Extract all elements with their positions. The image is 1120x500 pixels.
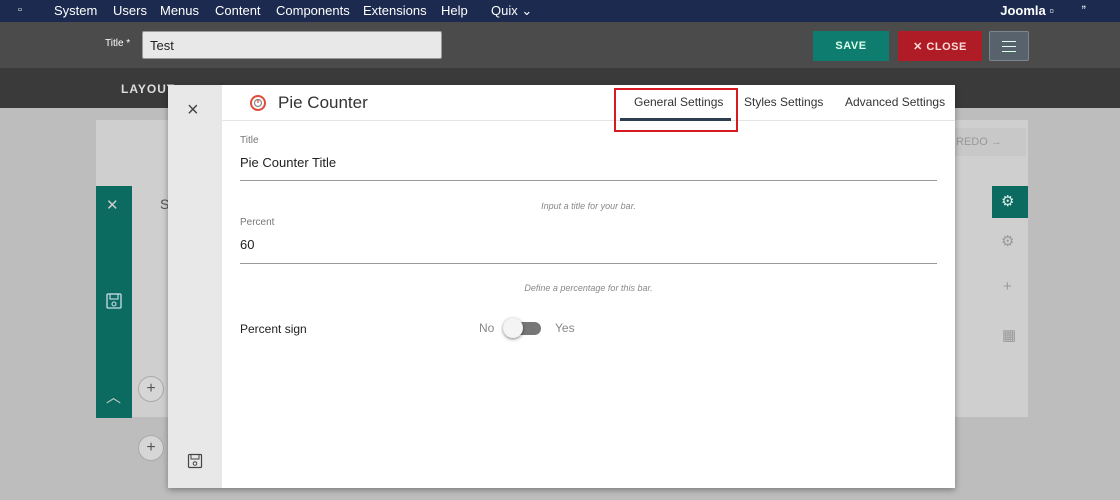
menu-extensions[interactable]: Extensions [363,3,427,18]
close-icon[interactable]: ✕ [106,196,119,214]
joomla-menu-icon[interactable]: ▫ [18,4,22,16]
pie-counter-icon [250,95,266,111]
section-toolbar-left: ✕ ︿ [96,186,132,418]
page-title-input[interactable]: Test [142,31,442,59]
toggle-off-label: No [479,321,495,335]
percent-field-label: Percent [240,217,275,228]
save-button[interactable]: SAVE [813,31,889,61]
admin-menubar: ▫ System Users Menus Content Components … [0,0,1120,22]
menu-menus[interactable]: Menus [160,3,199,18]
title-field-underline [240,180,937,181]
add-row-button[interactable]: + [138,376,164,402]
highlight-box [614,88,738,132]
gear-icon[interactable]: ⚙ [1001,192,1014,210]
toggle-on-label: Yes [555,321,575,335]
close-button[interactable]: ✕ CLOSE [898,31,982,61]
external-link-icon[interactable]: ˮ [1082,3,1086,18]
percent-field-underline [240,263,937,264]
element-settings-modal: × Pie Counter General Settings Styles Se… [168,85,955,488]
chevron-up-icon[interactable]: ︿ [106,386,121,407]
tab-styles-settings[interactable]: Styles Settings [744,95,823,109]
site-brand-link[interactable]: Joomla ▫ [1000,3,1054,18]
redo-button[interactable]: REDO → [950,128,1026,156]
section-settings-bar: ⚙ [992,186,1028,218]
modal-sidebar: × [168,85,222,488]
menu-quix[interactable]: Quix ⌄ [491,3,532,19]
menu-system[interactable]: System [54,3,97,18]
title-field-help: Input a title for your bar. [541,201,636,211]
menu-components[interactable]: Components [276,3,350,18]
save-icon[interactable] [105,292,123,310]
title-label: Title * [105,38,131,49]
percent-field-input[interactable]: 60 [240,237,254,252]
menu-help[interactable]: Help [441,3,468,18]
editor-toolbar: Title * Test SAVE ✕ CLOSE [0,22,1120,68]
modal-close-icon[interactable]: × [187,99,199,122]
title-field-input[interactable]: Pie Counter Title [240,155,336,170]
tab-advanced-settings[interactable]: Advanced Settings [845,95,945,109]
title-field-label: Title [240,135,259,146]
menu-content[interactable]: Content [215,3,261,18]
percent-sign-toggle-knob[interactable] [503,318,523,338]
modal-header: Pie Counter General Settings Styles Sett… [222,85,955,121]
percent-field-help: Define a percentage for this bar. [524,283,653,293]
hamburger-menu-button[interactable] [989,31,1029,61]
hamburger-icon [1002,41,1016,42]
percent-sign-label: Percent sign [240,322,307,336]
element-title: Pie Counter [278,93,368,112]
modal-save-icon[interactable] [187,453,203,469]
menu-users[interactable]: Users [113,3,147,18]
grid-icon[interactable]: ▦ [1002,326,1016,344]
add-icon[interactable]: + [1003,278,1012,295]
add-section-button[interactable]: + [138,435,164,461]
column-gear-icon[interactable]: ⚙ [1001,232,1014,250]
